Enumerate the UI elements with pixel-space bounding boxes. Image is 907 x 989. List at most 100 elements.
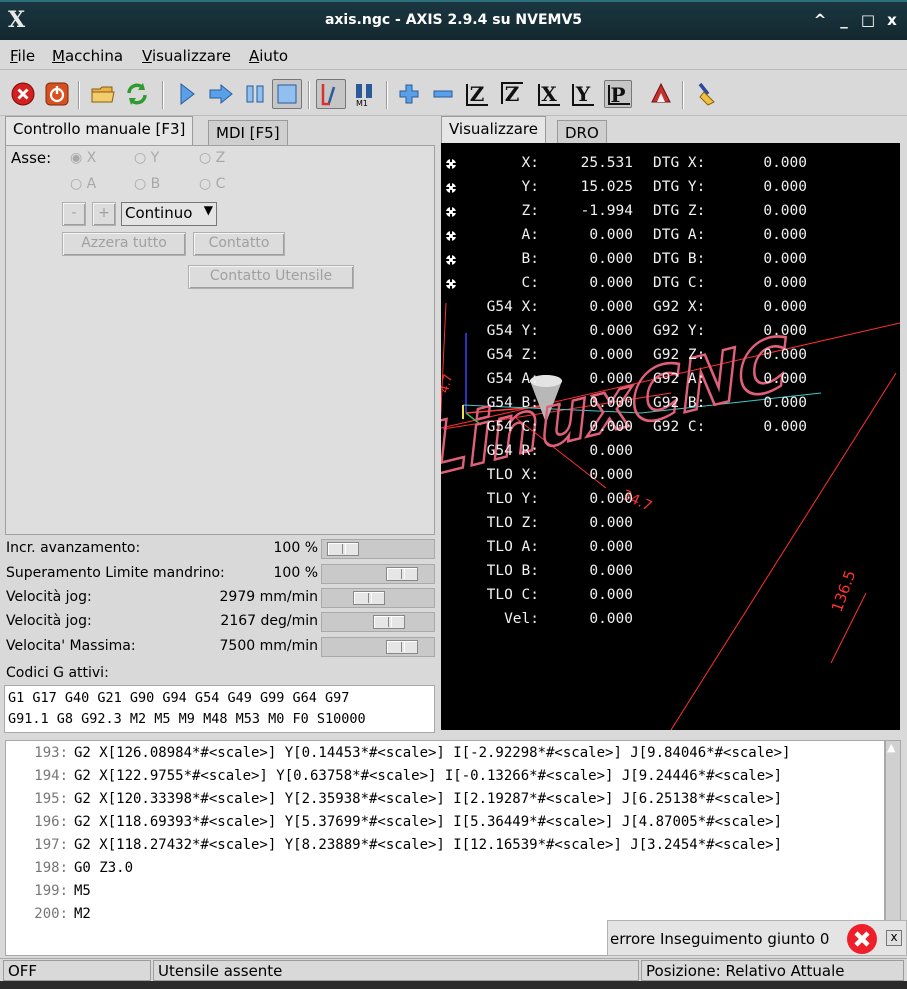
override-slider[interactable] [321, 564, 435, 584]
listing-line[interactable]: 194: G2 X[122.9755*#<scale>] Y[0.63758*#<… [6, 768, 876, 791]
dro-value: 0.000 [589, 395, 633, 411]
zoom-in-button[interactable] [394, 79, 424, 109]
tab-mdi[interactable]: MDI [F5] [208, 120, 288, 146]
reload-icon [127, 83, 147, 105]
slider-handle[interactable] [353, 591, 385, 605]
dro-value: 0.000 [763, 395, 807, 411]
axis-radio-y[interactable]: ○ Y [134, 150, 159, 166]
rotate-tool-button[interactable] [646, 79, 676, 109]
line-number: 200: [34, 906, 68, 922]
view-p-button[interactable]: P [604, 80, 632, 108]
dro-label: Y: [521, 179, 539, 195]
menu-help[interactable]: Aiuto [249, 47, 288, 65]
listing-line[interactable]: 195: G2 X[120.33398*#<scale>] Y[2.35938*#… [6, 791, 876, 814]
dro-value: 0.000 [763, 419, 807, 435]
toolbar-separator [308, 81, 310, 109]
jog-minus-button[interactable]: - [62, 202, 86, 226]
view-z-label: Z [469, 82, 485, 106]
dro-value: 15.025 [580, 179, 633, 195]
dro-label: A: [521, 227, 539, 243]
menu-file[interactable]: File [10, 47, 35, 65]
menu-view[interactable]: Visualizzare [142, 47, 231, 65]
run-button[interactable] [172, 79, 202, 109]
axis-radio-c[interactable]: ○ C [199, 176, 225, 192]
view-x-button[interactable]: X [535, 80, 563, 108]
block-delete-icon [321, 84, 336, 106]
listing-line[interactable]: 198: G0 Z3.0 [6, 860, 876, 883]
preview-canvas[interactable]: 34.7 136.5 4.7 LinuxCNC X: 25.531 DTG X: 0.… [441, 143, 900, 730]
menu-view-mnemonic: V [142, 47, 152, 65]
estop-button[interactable] [8, 79, 38, 109]
menu-machine[interactable]: Macchina [52, 47, 123, 65]
menu-help-label: iuto [259, 47, 288, 65]
listing-line[interactable]: 199: M5 [6, 883, 876, 906]
clear-plot-button[interactable] [692, 79, 722, 109]
slider-handle[interactable] [386, 567, 418, 581]
position-mode-status: Posizione: Relativo Attuale [641, 960, 904, 981]
axis-radio-x[interactable]: ◉ X [70, 150, 96, 166]
axis-radio-a[interactable]: ○ A [70, 176, 96, 192]
tab-preview[interactable]: Visualizzare [441, 116, 546, 146]
dro-label: TLO X: [486, 467, 539, 483]
jog-mode-select[interactable]: Continuo ▼ [121, 202, 217, 226]
override-value: 2979 mm/min [219, 589, 318, 605]
toolbar-separator [386, 81, 388, 109]
active-gcodes-line: G91.1 G8 G92.3 M2 M5 M9 M48 M53 M0 F0 S1… [8, 711, 366, 727]
slider-handle[interactable] [386, 640, 418, 654]
toolbar: M1 Z Z X Y P [0, 72, 907, 116]
override-slider[interactable] [321, 612, 435, 632]
touch-off-button[interactable]: Contatto [193, 232, 285, 256]
pause-button[interactable] [240, 79, 270, 109]
active-gcodes-line: G1 G17 G40 G21 G90 G94 G54 G49 G99 G64 G… [8, 690, 350, 706]
dro-label: G54 R: [486, 443, 539, 459]
zero-all-button[interactable]: Azzera tutto [62, 232, 186, 256]
dro-value: -1.994 [580, 203, 633, 219]
block-delete-button[interactable] [316, 79, 346, 109]
window-minimize-button[interactable]: _ [834, 10, 854, 30]
dro-value: 0.000 [763, 371, 807, 387]
listing-line[interactable]: 197: G2 X[118.27432*#<scale>] Y[8.23889*#… [6, 837, 876, 860]
jog-plus-button[interactable]: + [92, 202, 116, 226]
override-slider[interactable] [321, 539, 435, 559]
zoom-out-button[interactable] [428, 79, 458, 109]
slider-handle[interactable] [373, 615, 405, 629]
view-z-button[interactable]: Z [463, 80, 491, 108]
dro-value: 25.531 [580, 155, 633, 171]
view-z2-button[interactable]: Z [498, 80, 526, 108]
dro-value: 0.000 [589, 251, 633, 267]
axis-radio-b[interactable]: ○ B [134, 176, 160, 192]
axis-radio-z[interactable]: ○ Z [199, 150, 225, 166]
tab-manual-control[interactable]: Controllo manuale [F3] [5, 116, 194, 146]
listing-line[interactable]: 196: G2 X[118.69393*#<scale>] Y[5.37699*#… [6, 814, 876, 837]
tool-touch-off-button[interactable]: Contatto Utensile [188, 265, 354, 289]
dro-value: 0.000 [589, 299, 633, 315]
machine-power-button[interactable] [42, 79, 72, 109]
override-slider[interactable] [321, 637, 435, 657]
override-slider[interactable] [321, 588, 435, 608]
window-shade-button[interactable]: ^ [810, 10, 830, 30]
homed-icon [444, 277, 458, 295]
scroll-up-icon[interactable]: ▲ [887, 741, 899, 755]
estop-icon [11, 82, 35, 106]
dro-label: G92 C: [653, 419, 706, 435]
window-maximize-button[interactable]: □ [858, 10, 878, 30]
step-button[interactable] [206, 79, 236, 109]
error-dismiss-button[interactable]: x [886, 930, 902, 946]
menu-machine-mnemonic: M [52, 47, 65, 65]
dro-value: 0.000 [589, 491, 633, 507]
view-z-icon [466, 104, 488, 106]
stop-button[interactable] [272, 79, 302, 109]
optional-stop-button[interactable]: M1 [350, 79, 380, 109]
override-label: Velocità jog: [6, 613, 92, 629]
open-file-button[interactable] [88, 79, 118, 109]
view-y-button[interactable]: Y [569, 80, 597, 108]
reload-button[interactable] [122, 79, 152, 109]
stop-icon [277, 84, 297, 104]
slider-handle[interactable] [327, 542, 359, 556]
optional-stop-icon: M1 [356, 84, 372, 107]
line-number: 196: [34, 814, 68, 830]
view-x-icon [538, 104, 560, 106]
window-close-button[interactable]: x [882, 10, 902, 30]
listing-line[interactable]: 193: G2 X[126.08984*#<scale>] Y[0.14453*#… [6, 745, 876, 768]
dro-label: G92 X: [653, 299, 706, 315]
